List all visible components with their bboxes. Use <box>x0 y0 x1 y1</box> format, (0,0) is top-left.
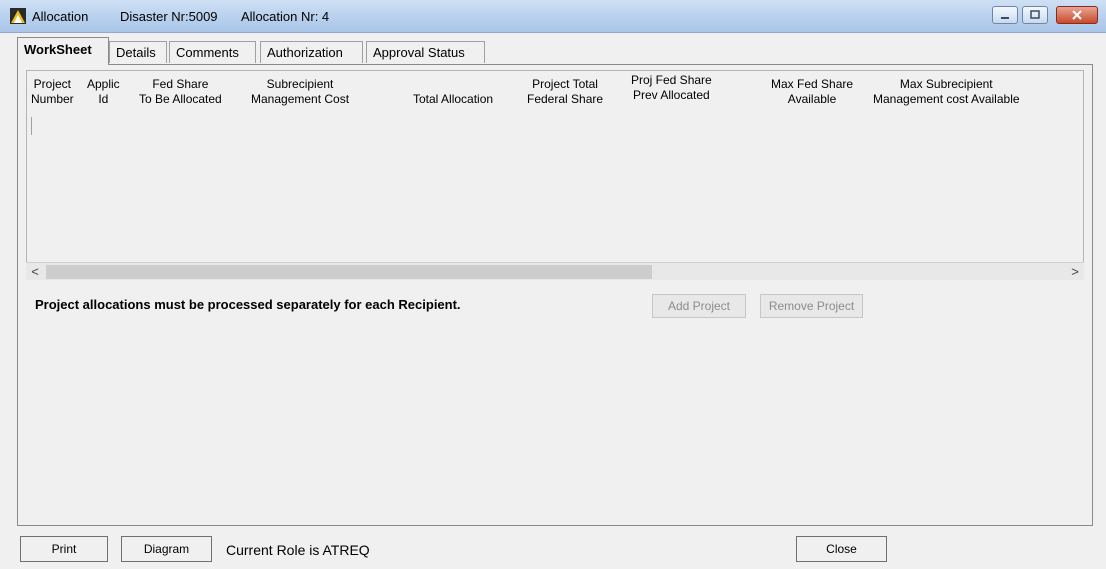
disaster-number: Disaster Nr:5009 <box>120 9 218 24</box>
close-window-button[interactable] <box>1056 6 1098 24</box>
column-header-fed-share[interactable]: Fed Share To Be Allocated <box>139 77 222 107</box>
column-header-total-allocation[interactable]: Total Allocation <box>413 92 493 107</box>
diagram-button[interactable]: Diagram <box>121 536 212 562</box>
tab-approval-status[interactable]: Approval Status <box>366 41 485 63</box>
print-button[interactable]: Print <box>20 536 108 562</box>
grid-cursor <box>31 117 32 135</box>
horizontal-scrollbar[interactable]: < > <box>26 262 1084 280</box>
tab-authorization[interactable]: Authorization <box>260 41 363 63</box>
column-header-subrecipient-cost[interactable]: Subrecipient Management Cost <box>251 77 349 107</box>
column-header-max-fed-share[interactable]: Max Fed Share Available <box>771 77 853 107</box>
scroll-right-icon[interactable]: > <box>1066 263 1084 281</box>
column-header-proj-fed-share-prev[interactable]: Proj Fed Share Prev Allocated <box>631 73 712 103</box>
remove-project-button[interactable]: Remove Project <box>760 294 863 318</box>
maximize-icon <box>1030 10 1040 19</box>
maximize-button[interactable] <box>1022 6 1048 24</box>
recipient-notice: Project allocations must be processed se… <box>35 297 461 312</box>
scrollbar-thumb[interactable] <box>46 265 652 279</box>
column-header-project-number[interactable]: Project Number <box>31 77 74 107</box>
tab-comments[interactable]: Comments <box>169 41 256 63</box>
allocation-grid[interactable]: Project Number Applic Id Fed Share To Be… <box>26 70 1084 280</box>
app-logo-icon <box>10 8 26 24</box>
minimize-icon <box>1001 17 1009 19</box>
add-project-button[interactable]: Add Project <box>652 294 746 318</box>
current-role-label: Current Role is ATREQ <box>226 542 370 558</box>
title-bar: Allocation Disaster Nr:5009 Allocation N… <box>0 0 1106 33</box>
minimize-button[interactable] <box>992 6 1018 24</box>
scroll-left-icon[interactable]: < <box>26 263 44 281</box>
close-icon <box>1072 10 1082 20</box>
tab-details[interactable]: Details <box>109 41 167 63</box>
allocation-number: Allocation Nr: 4 <box>241 9 330 24</box>
window-title: Allocation <box>32 9 89 24</box>
column-header-applic-id[interactable]: Applic Id <box>87 77 120 107</box>
tab-worksheet[interactable]: WorkSheet <box>17 37 109 65</box>
column-header-project-total-federal-share[interactable]: Project Total Federal Share <box>527 77 603 107</box>
column-header-max-subrecipient[interactable]: Max Subrecipient Management cost Availab… <box>873 77 1020 107</box>
close-button[interactable]: Close <box>796 536 887 562</box>
